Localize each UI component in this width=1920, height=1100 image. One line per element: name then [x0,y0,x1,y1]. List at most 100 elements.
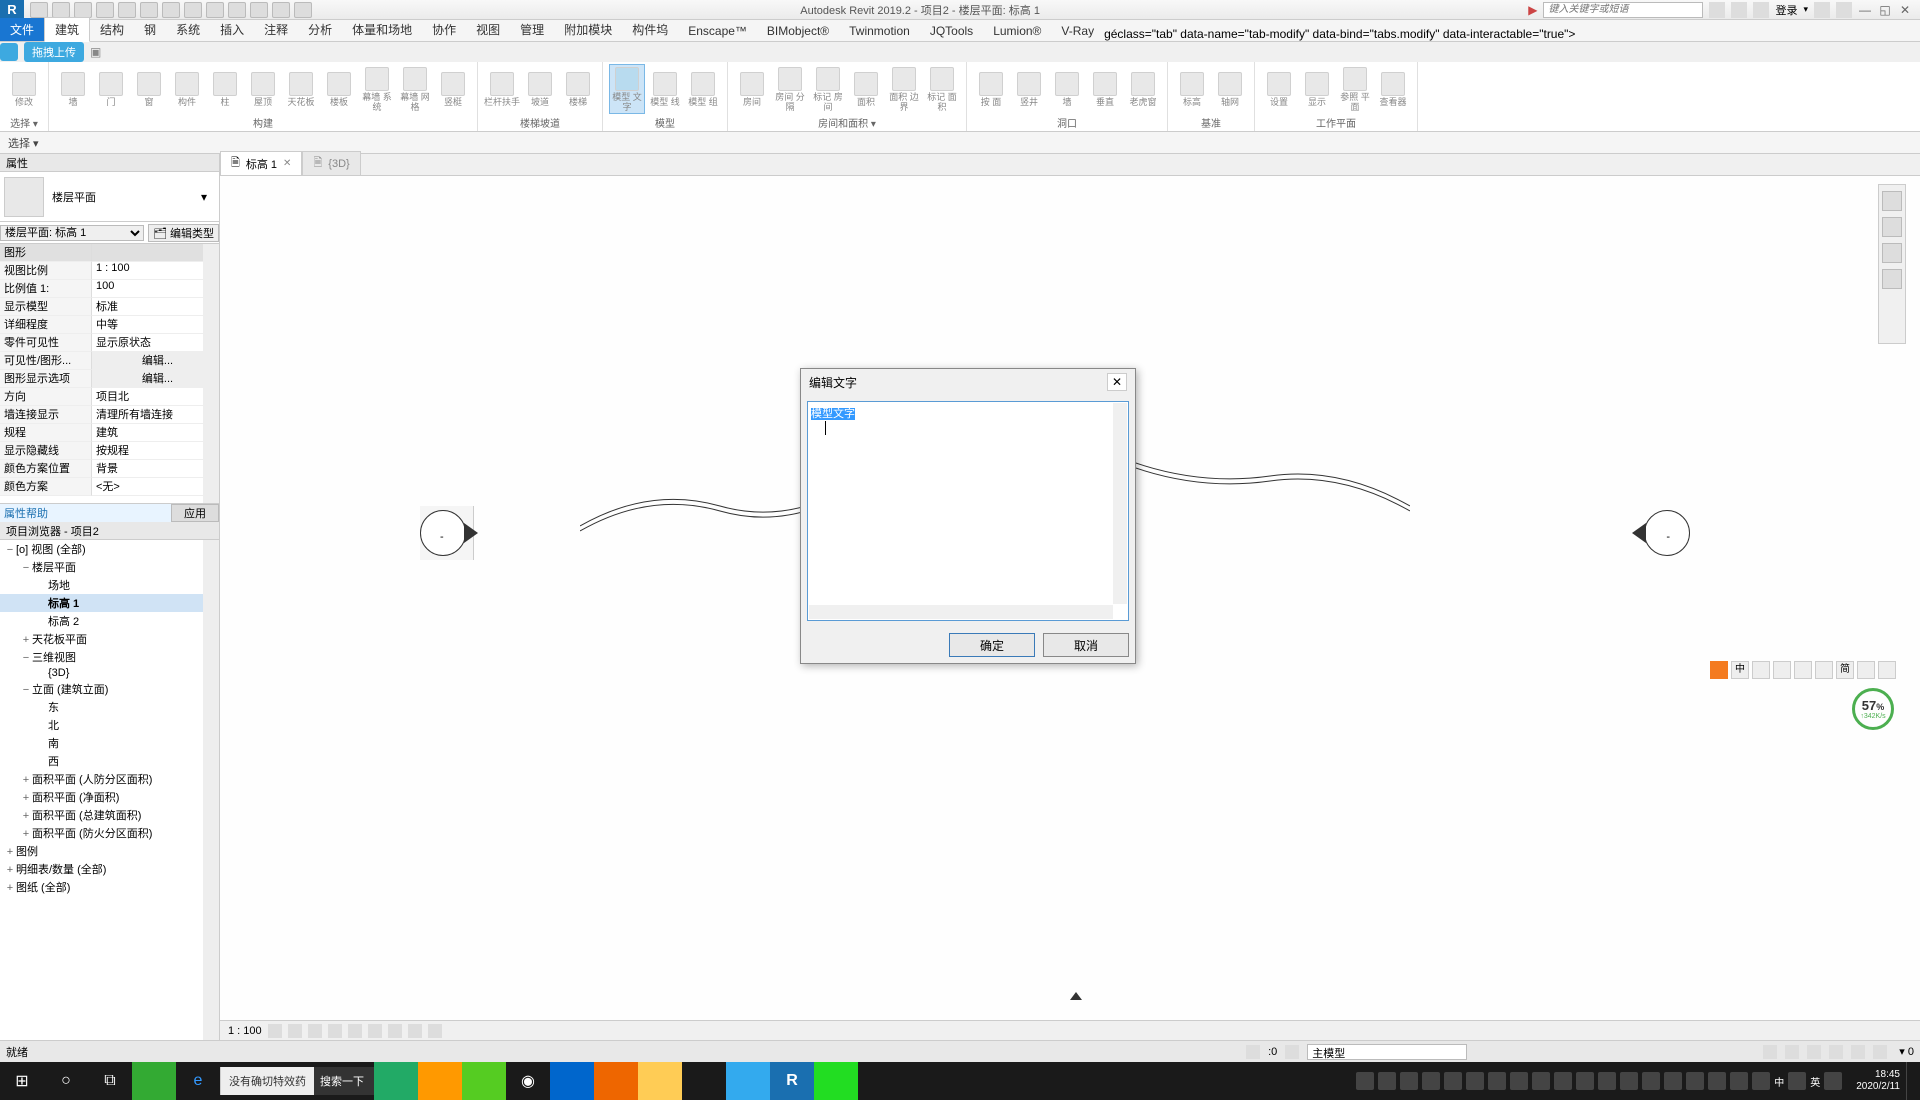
vc-sun-icon[interactable] [308,1024,322,1038]
tb-app1-icon[interactable] [374,1062,418,1100]
property-row[interactable]: 详细程度中等 [0,316,219,334]
tool-room[interactable]: 房间 [734,64,770,114]
browser-node[interactable]: −[o] 视图 (全部) [0,540,219,558]
status-design-icon[interactable] [1285,1045,1299,1059]
vc-shadow-icon[interactable] [328,1024,342,1038]
tab-annotate[interactable]: 注释 [254,18,298,41]
tool-curtaingrid[interactable]: 幕墙 网格 [397,64,433,114]
property-row[interactable]: 显示模型标准 [0,298,219,316]
tray-icon[interactable] [1664,1072,1682,1090]
browser-node[interactable]: 北 [0,716,219,734]
status-select-icon[interactable] [1785,1045,1799,1059]
tab-addins[interactable]: 附加模块 [554,18,622,41]
status-model-combo[interactable]: 主模型 [1307,1044,1467,1060]
browser-node[interactable]: 场地 [0,576,219,594]
tb-chrome-icon[interactable]: ◉ [506,1062,550,1100]
close-tab-icon[interactable]: ✕ [283,158,291,169]
browser-node[interactable]: −楼层平面 [0,558,219,576]
type-selector[interactable]: 楼层平面 ▾ [0,172,219,222]
tool-railing[interactable]: 栏杆扶手 [484,64,520,114]
show-desktop-button[interactable] [1906,1062,1920,1100]
dialog-text-vscroll[interactable] [1113,403,1127,604]
ime-ch-icon[interactable]: 中 [1731,661,1749,679]
status-worksets-icon[interactable] [1246,1045,1260,1059]
ime-simp-icon[interactable]: 简 [1836,661,1854,679]
ime-en[interactable]: 英 [1810,1074,1820,1089]
restore-button[interactable]: ◱ [1878,3,1892,17]
ime-moon-icon[interactable] [1752,661,1770,679]
tab-enscape[interactable]: Enscape™ [678,21,757,41]
tray-icon[interactable] [1356,1072,1374,1090]
browser-node[interactable]: +面积平面 (人防分区面积) [0,770,219,788]
tool-byface[interactable]: 按 面 [973,64,1009,114]
tray-icon[interactable] [1642,1072,1660,1090]
tab-file[interactable]: 文件 [0,18,44,41]
tb-wechat-icon[interactable] [814,1062,858,1100]
tab-systems[interactable]: 系统 [166,18,210,41]
instance-select[interactable]: 楼层平面: 标高 1 [0,225,144,241]
tool-show[interactable]: 显示 [1299,64,1335,114]
edit-type-button[interactable]: 🗂 编辑类型 [148,224,219,242]
tool-column[interactable]: 柱 [207,64,243,114]
ime-gear-icon[interactable] [1878,661,1896,679]
tray-icon[interactable] [1686,1072,1704,1090]
property-row[interactable]: 颜色方案<无> [0,478,219,496]
taskview-button[interactable]: ⧉ [88,1062,132,1100]
dialog-textarea[interactable]: 模型文字 [807,401,1129,621]
tab-bimobject[interactable]: BIMobject® [757,21,839,41]
tool-modeltext[interactable]: 模型 文字 [609,64,645,114]
vc-constraints-icon[interactable] [428,1024,442,1038]
close-button[interactable]: ✕ [1898,3,1912,17]
navigation-bar[interactable] [1878,184,1906,344]
tool-modelline[interactable]: 模型 线 [647,64,683,114]
view-scale[interactable]: 1 : 100 [228,1025,262,1037]
upload-button[interactable]: 拖拽上传 [24,42,84,62]
cortana-button[interactable]: ○ [44,1062,88,1100]
ime-ch[interactable]: 中 [1774,1074,1784,1089]
tab-vray[interactable]: V-Ray [1051,21,1104,41]
tab-structure[interactable]: 结构 [90,18,134,41]
tab-manage[interactable]: 管理 [510,18,554,41]
help-search-input[interactable] [1543,2,1703,18]
tray-icon[interactable] [1554,1072,1572,1090]
type-dropdown-icon[interactable]: ▾ [201,190,215,204]
dialog-text-hscroll[interactable] [809,605,1113,619]
tray-icon[interactable] [1444,1072,1462,1090]
tool-viewer[interactable]: 查看器 [1375,64,1411,114]
tb-app2-icon[interactable] [418,1062,462,1100]
tab-steel[interactable]: 钢 [134,18,166,41]
ie-title[interactable]: 没有确切特效药 [220,1067,314,1095]
vc-crop-icon[interactable] [348,1024,362,1038]
tool-ramp[interactable]: 坡道 [522,64,558,114]
property-row[interactable]: 比例值 1:100 [0,280,219,298]
apply-button[interactable]: 应用 [171,504,219,522]
tray-icon[interactable] [1400,1072,1418,1090]
vc-reveal-icon[interactable] [408,1024,422,1038]
tray-icon[interactable] [1730,1072,1748,1090]
property-row[interactable]: 颜色方案位置背景 [0,460,219,478]
start-button[interactable]: ⊞ [0,1062,44,1100]
vc-visual-icon[interactable] [288,1024,302,1038]
tool-wall[interactable]: 墙 [55,64,91,114]
tb-explorer-icon[interactable] [638,1062,682,1100]
ime-logo-icon[interactable] [1710,661,1728,679]
qat-open-icon[interactable] [30,2,48,18]
properties-help-link[interactable]: 属性帮助 [4,505,48,521]
tb-app6-icon[interactable] [594,1062,638,1100]
expand-viewbar-icon[interactable] [1070,992,1082,1000]
property-row[interactable]: 图形显示选项编辑... [0,370,219,388]
tool-areabound[interactable]: 面积 边界 [886,64,922,114]
view-tab-3d[interactable]: 🗎 {3D} [302,151,360,175]
qat-tag-icon[interactable] [206,2,224,18]
app-360-icon[interactable] [132,1062,176,1100]
qat-switch-icon[interactable] [294,2,312,18]
tray-icon[interactable] [1708,1072,1726,1090]
browser-node[interactable]: 南 [0,734,219,752]
tool-level[interactable]: 标高 [1174,64,1210,114]
tray-icon[interactable] [1488,1072,1506,1090]
tool-roof[interactable]: 屋顶 [245,64,281,114]
tab-massing[interactable]: 体量和场地 [342,18,422,41]
property-row[interactable]: 墙连接显示清理所有墙连接 [0,406,219,424]
status-drag-icon[interactable] [1807,1045,1821,1059]
qat-dim-icon[interactable] [162,2,180,18]
